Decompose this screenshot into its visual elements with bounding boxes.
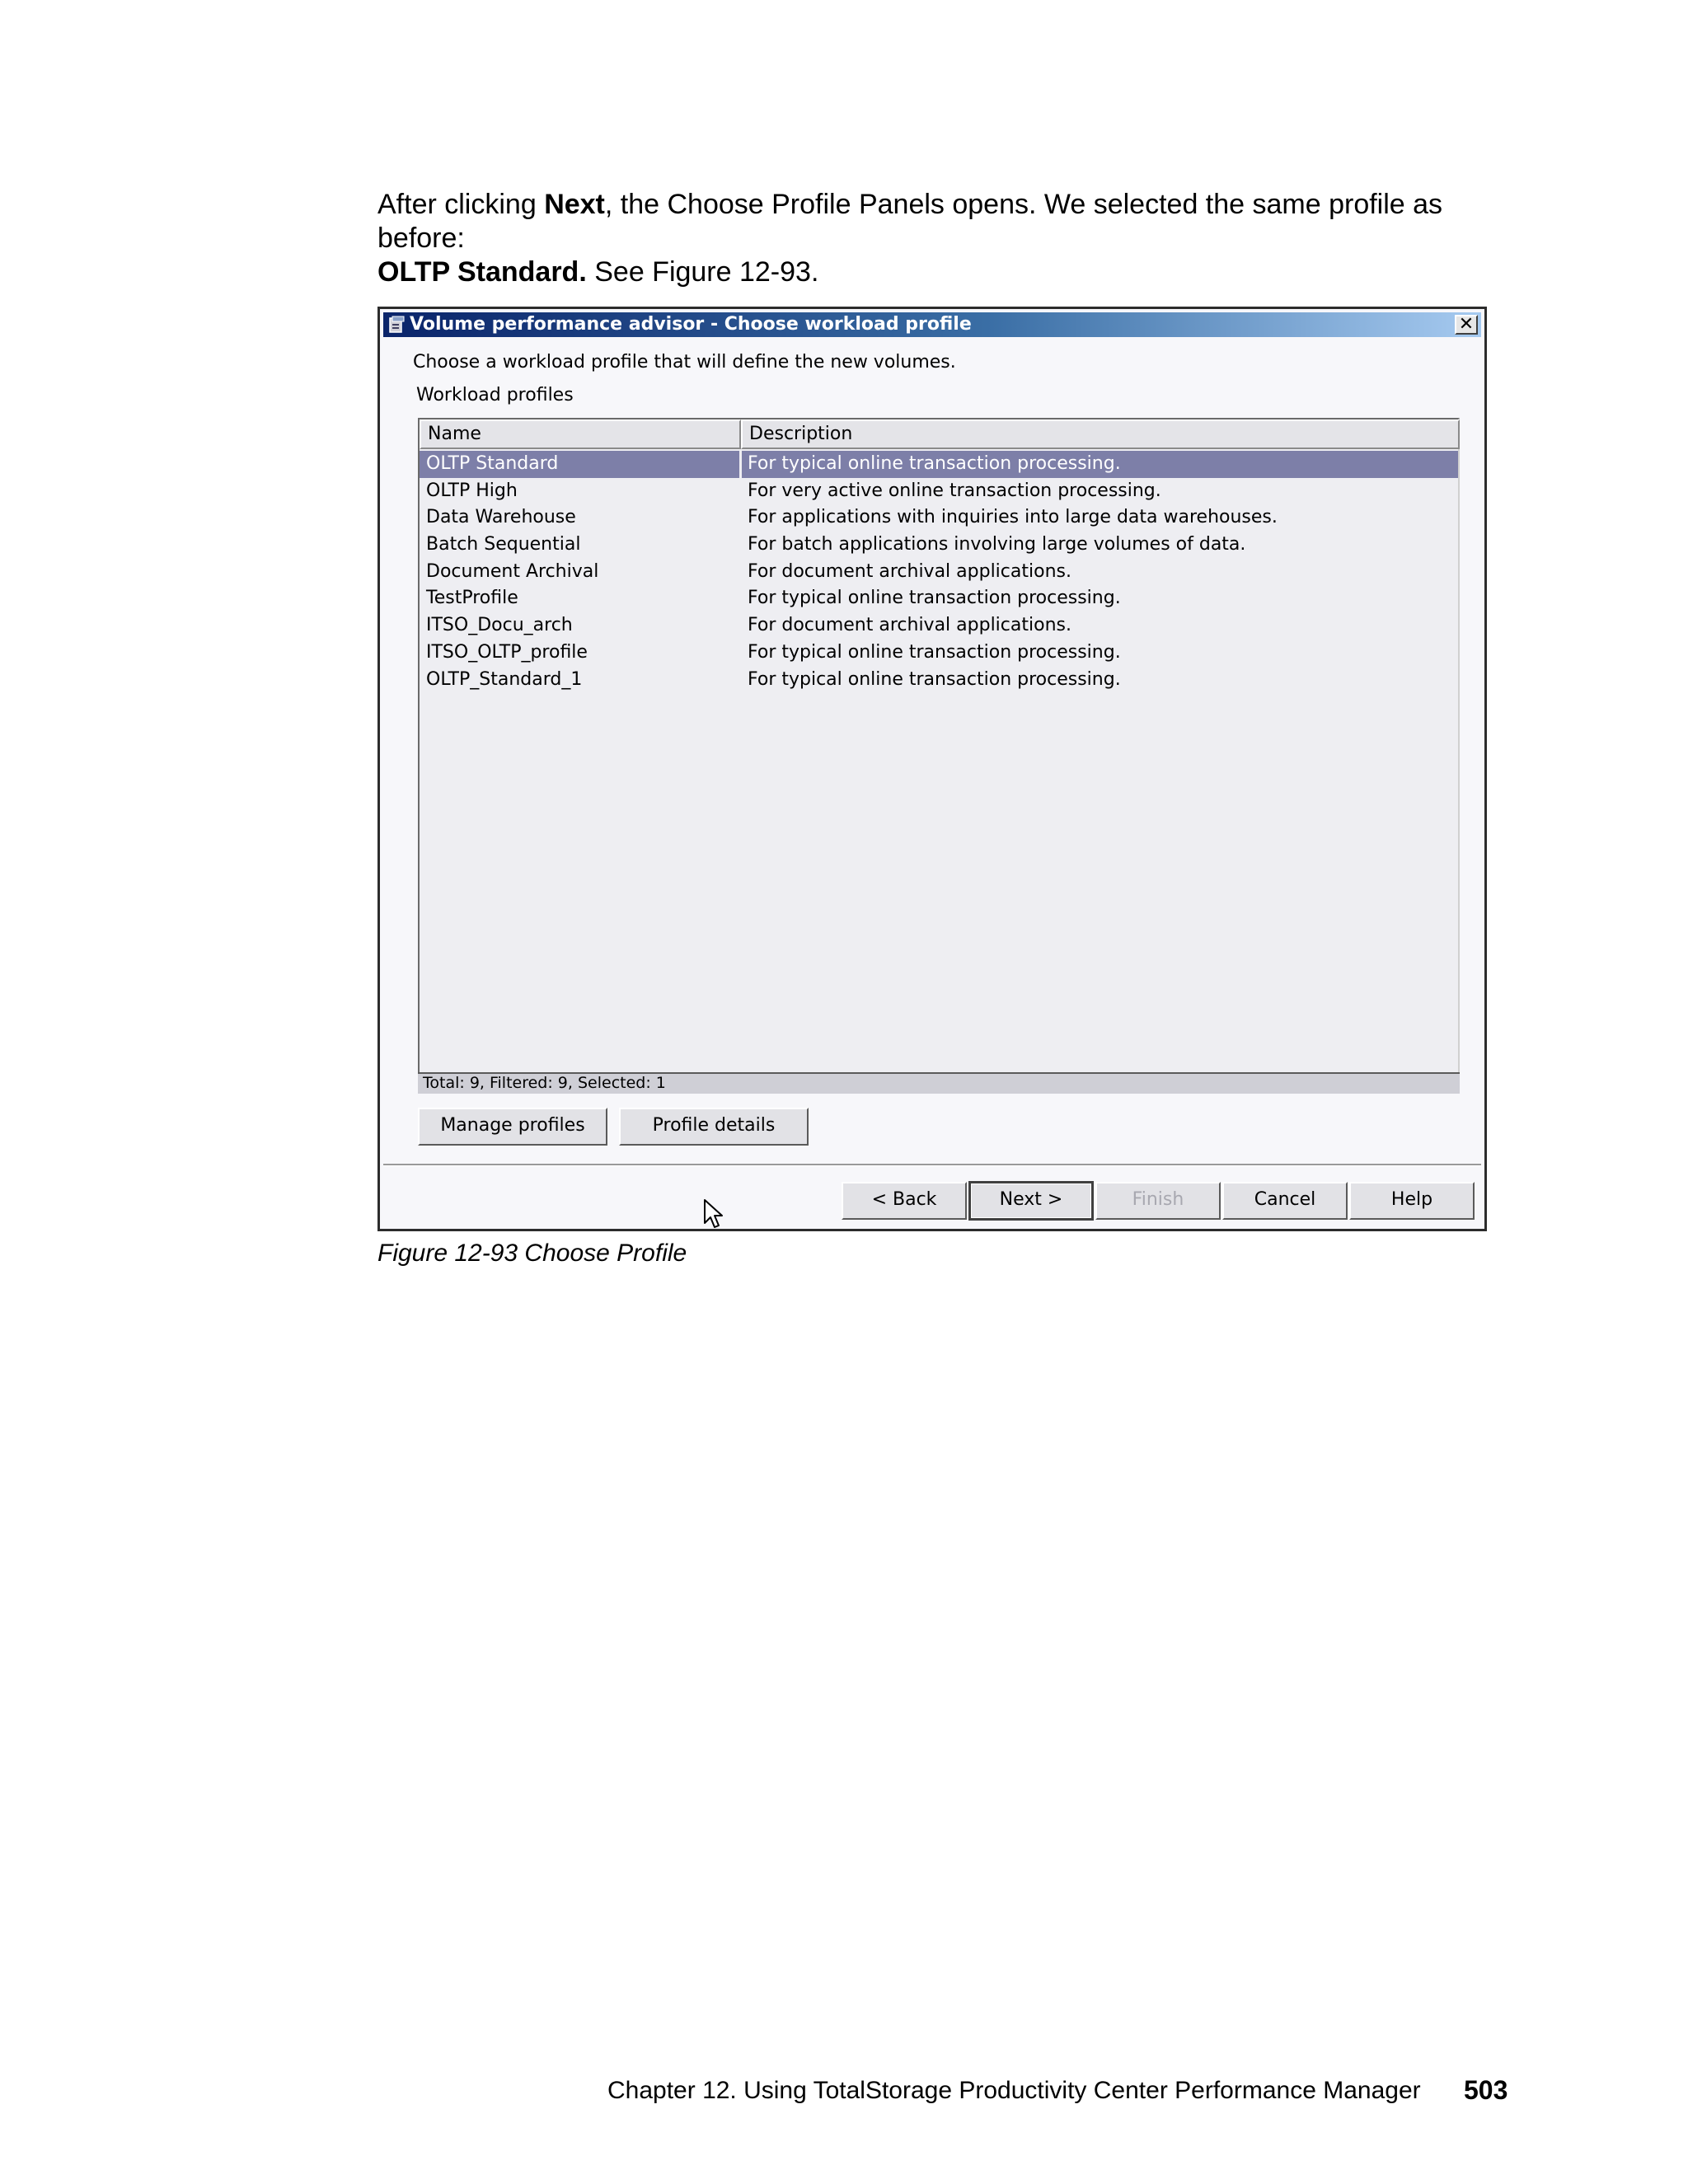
instruction-text: Choose a workload profile that will defi… — [413, 352, 956, 373]
cell-name: Data Warehouse — [426, 507, 576, 528]
table-status-bar: Total: 9, Filtered: 9, Selected: 1 — [418, 1072, 1460, 1094]
dialog-title: Volume performance advisor - Choose work… — [410, 314, 972, 335]
cell-description: For typical online transaction processin… — [748, 668, 1121, 690]
cell-name: OLTP Standard — [426, 453, 559, 474]
intro-bold-profile: OLTP Standard. — [377, 256, 587, 288]
cell-description: For applications with inquiries into lar… — [748, 507, 1278, 528]
cell-name: OLTP High — [426, 480, 518, 501]
table-row[interactable]: TestProfile For typical online transactio… — [420, 585, 1458, 612]
button-divider — [383, 1164, 1481, 1166]
column-header-name[interactable]: Name — [420, 419, 741, 449]
finish-button[interactable]: Finish — [1095, 1182, 1221, 1220]
intro-text-1: After clicking — [377, 189, 545, 220]
manage-profiles-button[interactable]: Manage profiles — [418, 1108, 607, 1146]
table-row[interactable]: OLTP High For very active online transact… — [420, 478, 1458, 505]
intro-text-3: See Figure 12-93. — [586, 256, 819, 288]
table-row[interactable]: ITSO_OLTP_profile For typical online tran… — [420, 640, 1458, 667]
table-row[interactable]: Batch Sequential For batch applications i… — [420, 532, 1458, 559]
table-row[interactable]: OLTP Standard For typical online transact… — [420, 451, 1458, 478]
column-separator — [739, 451, 742, 478]
choose-profile-dialog: Volume performance advisor - Choose work… — [377, 307, 1487, 1231]
dialog-title-bar[interactable]: Volume performance advisor - Choose work… — [383, 312, 1481, 337]
cell-description: For typical online transaction processin… — [748, 588, 1121, 609]
cell-name: TestProfile — [426, 588, 518, 609]
table-row[interactable]: Document Archival For document archival a… — [420, 559, 1458, 586]
footer-chapter-title: Chapter 12. Using TotalStorage Productiv… — [607, 2077, 1421, 2104]
mouse-pointer-icon — [704, 1199, 723, 1228]
cell-description: For document archival applications. — [748, 560, 1071, 582]
page-number: 503 — [1464, 2075, 1508, 2105]
app-icon — [389, 316, 405, 333]
cell-name: Batch Sequential — [426, 534, 581, 555]
cell-description: For document archival applications. — [748, 615, 1071, 636]
cancel-button[interactable]: Cancel — [1222, 1182, 1348, 1220]
cell-description: For very active online transaction proce… — [748, 480, 1161, 501]
figure-caption: Figure 12-93 Choose Profile — [377, 1240, 687, 1267]
table-row[interactable]: ITSO_Docu_arch For document archival appl… — [420, 612, 1458, 640]
column-header-description[interactable]: Description — [741, 419, 1460, 449]
table-row[interactable]: Data Warehouse For applications with inqu… — [420, 504, 1458, 532]
profiles-table: Name Description OLTP Standard For typica… — [418, 418, 1460, 1087]
intro-paragraph: After clicking Next, the Choose Profile … — [377, 188, 1531, 289]
table-row[interactable]: OLTP_Standard_1 For typical online transa… — [420, 667, 1458, 694]
intro-bold-next: Next — [544, 189, 605, 220]
table-body: OLTP Standard For typical online transact… — [420, 451, 1458, 693]
table-header: Name Description — [420, 419, 1460, 449]
cell-description: For batch applications involving large v… — [748, 534, 1246, 555]
close-icon[interactable]: ✕ — [1455, 315, 1478, 335]
cell-description: For typical online transaction processin… — [748, 641, 1121, 663]
cell-name: Document Archival — [426, 560, 599, 582]
cell-description: For typical online transaction processin… — [748, 453, 1121, 474]
help-button[interactable]: Help — [1349, 1182, 1475, 1220]
cell-name: ITSO_OLTP_profile — [426, 641, 588, 663]
back-button[interactable]: < Back — [842, 1182, 967, 1220]
cell-name: ITSO_Docu_arch — [426, 615, 573, 636]
workload-profiles-label: Workload profiles — [416, 385, 574, 405]
next-button[interactable]: Next > — [968, 1181, 1094, 1221]
cell-name: OLTP_Standard_1 — [426, 668, 583, 690]
profile-details-button[interactable]: Profile details — [619, 1108, 809, 1146]
